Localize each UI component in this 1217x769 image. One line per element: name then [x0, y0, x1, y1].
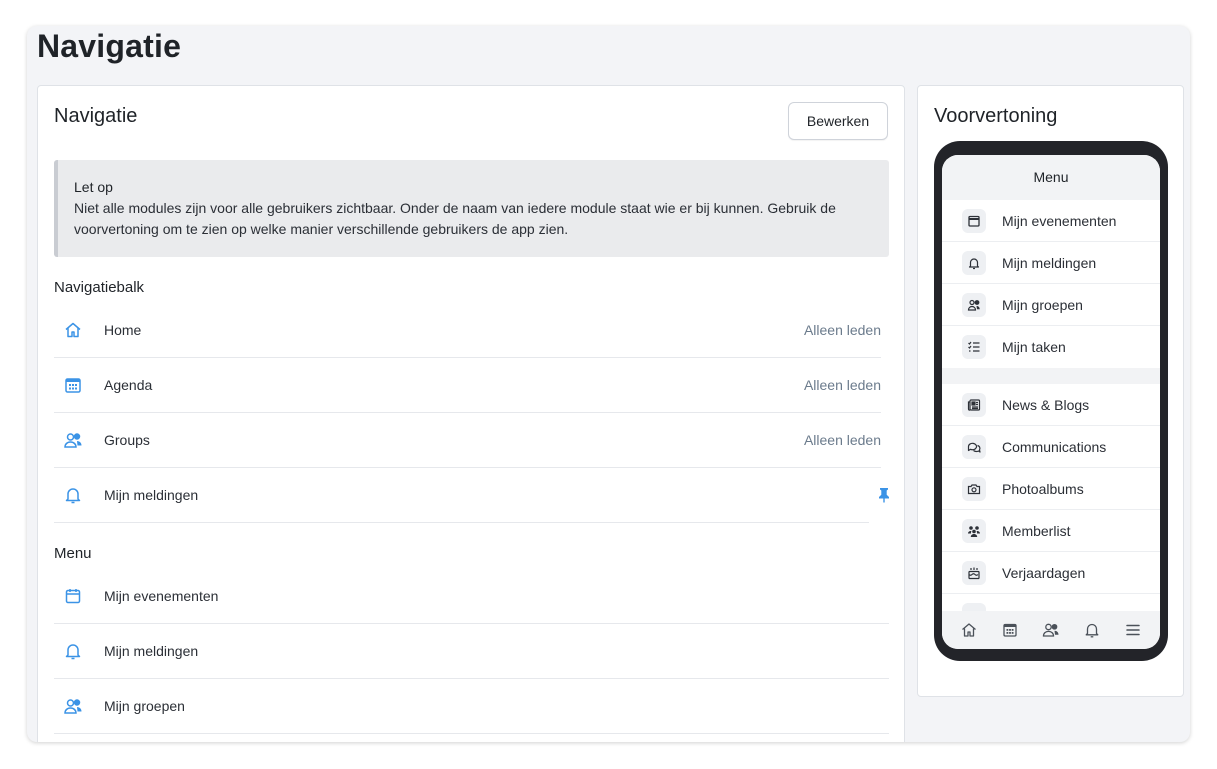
menu-item-groups[interactable]: Mijn groepen [54, 679, 889, 734]
checklist-icon [962, 335, 986, 359]
bell-icon[interactable] [1083, 621, 1101, 639]
navbar-item-label: Mijn meldingen [104, 487, 199, 503]
edit-button[interactable]: Bewerken [788, 102, 888, 140]
preview-item-photoalbums[interactable]: Photoalbums [942, 468, 1160, 510]
phone-tabbar [942, 611, 1160, 649]
preview-item-label: Mijn groepen [1002, 296, 1083, 313]
preview-item-label: Verjaardagen [1002, 564, 1086, 581]
pin-icon[interactable] [877, 487, 891, 503]
notice-box: Let op Niet alle modules zijn voor alle … [54, 160, 889, 257]
preview-item-news[interactable]: News & Blogs [942, 384, 1160, 426]
preview-item-label: Memberlist [1002, 522, 1071, 539]
chat-icon [962, 434, 986, 459]
camera-icon [962, 476, 986, 501]
preview-card: Voorvertoning Menu Mijn evenementen Mijn… [917, 85, 1184, 697]
home-icon [63, 320, 83, 340]
notice-title: Let op [74, 179, 113, 195]
preview-item-label: Communications [1002, 438, 1107, 455]
card-title: Navigatie [54, 105, 138, 127]
audience-label: Alleen leden [803, 432, 881, 448]
preview-item-label: News & Blogs [1002, 396, 1090, 413]
preview-group-divider [942, 368, 1160, 384]
audience-label: Alleen leden [803, 377, 881, 393]
members-icon [962, 518, 986, 543]
calendar-icon[interactable] [1001, 621, 1019, 639]
phone-menu-header: Menu [942, 155, 1160, 200]
audience-label: Alleen leden [803, 322, 881, 338]
navbar-item-home[interactable]: Home Alleen leden [54, 303, 881, 358]
app-frame: Navigatie Navigatie Bewerken Let op Niet… [27, 26, 1190, 742]
navbar-item-label: Groups [104, 432, 150, 448]
users-icon[interactable] [1042, 621, 1060, 639]
phone-screen: Menu Mijn evenementen Mijn meldingen Mij… [942, 155, 1160, 649]
calendar-icon [63, 586, 83, 606]
users-icon [962, 292, 986, 317]
bell-icon [63, 485, 83, 505]
home-icon[interactable] [960, 621, 978, 639]
calendar-icon [962, 208, 986, 233]
navbar-item-groups[interactable]: Groups Alleen leden [54, 413, 881, 468]
menu-icon[interactable] [1124, 621, 1142, 639]
preview-item-label: Mijn evenementen [1002, 212, 1117, 229]
menu-item-label: Mijn groepen [104, 698, 185, 714]
navbar-item-agenda[interactable]: Agenda Alleen leden [54, 358, 881, 413]
preview-item-tasks[interactable]: Mijn taken [942, 326, 1160, 368]
navbar-item-label: Home [104, 322, 142, 338]
preview-item-events[interactable]: Mijn evenementen [942, 200, 1160, 242]
menu-item-notifications[interactable]: Mijn meldingen [54, 624, 889, 679]
phone-mockup: Menu Mijn evenementen Mijn meldingen Mij… [934, 141, 1168, 661]
navbar-list: Home Alleen leden Agenda Alleen leden Gr… [54, 303, 889, 523]
menu-item-label: Mijn evenementen [104, 588, 219, 604]
preview-item-groups[interactable]: Mijn groepen [942, 284, 1160, 326]
page-title: Navigatie [37, 28, 182, 64]
navbar-section-label: Navigatiebalk [54, 279, 145, 296]
menu-section-label: Menu [54, 545, 92, 562]
bell-icon [962, 250, 986, 275]
bell-icon [63, 641, 83, 661]
navigation-card: Navigatie Bewerken Let op Niet alle modu… [37, 85, 905, 742]
newspaper-icon [962, 392, 986, 417]
preview-item-label: Mijn taken [1002, 339, 1066, 355]
menu-item-events[interactable]: Mijn evenementen [54, 569, 889, 624]
notice-body: Niet alle modules zijn voor alle gebruik… [74, 200, 836, 237]
navbar-item-notifications[interactable]: Mijn meldingen [54, 468, 889, 523]
preview-title: Voorvertoning [934, 105, 1058, 127]
calendar-icon [63, 375, 83, 395]
menu-list: Mijn evenementen Mijn meldingen Mijn gro… [54, 569, 889, 734]
preview-item-notifications[interactable]: Mijn meldingen [942, 242, 1160, 284]
preview-item-memberlist[interactable]: Memberlist [942, 510, 1160, 552]
navbar-item-label: Agenda [104, 377, 153, 393]
users-icon [63, 696, 83, 716]
preview-item-label: Photoalbums [1002, 480, 1084, 497]
preview-item-communications[interactable]: Communications [942, 426, 1160, 468]
users-icon [63, 430, 83, 450]
preview-item-birthdays[interactable]: Verjaardagen [942, 552, 1160, 594]
menu-item-label: Mijn meldingen [104, 643, 199, 659]
preview-item-label: Mijn meldingen [1002, 254, 1097, 271]
cake-icon [962, 560, 986, 585]
